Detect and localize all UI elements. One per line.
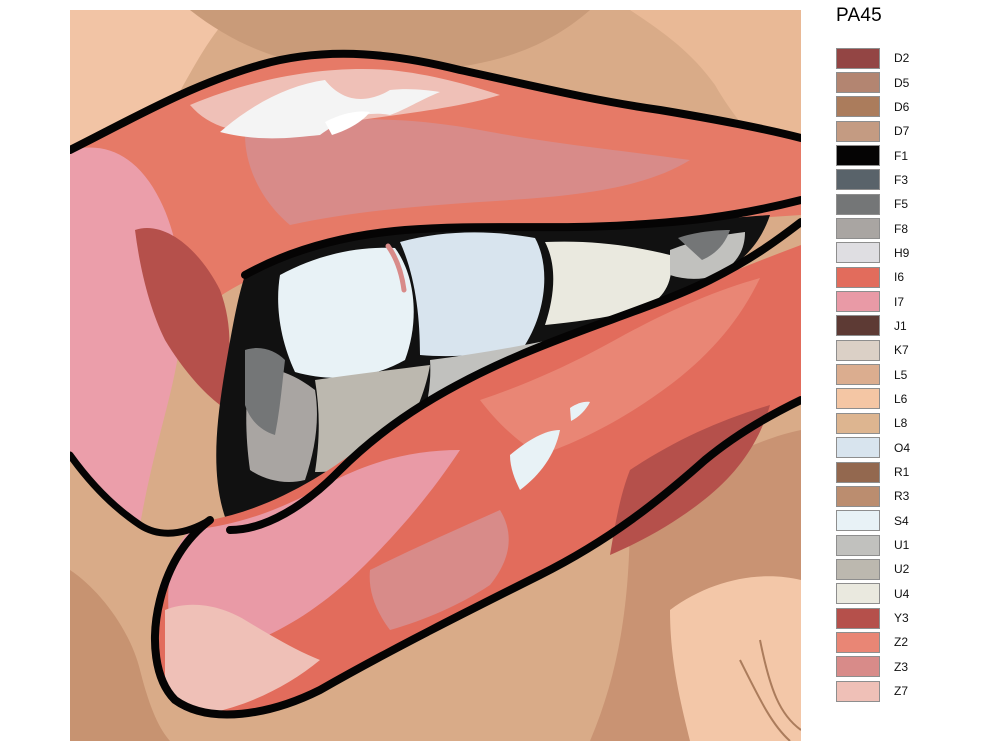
palette-row: Z2 (836, 630, 956, 654)
color-code-label: D6 (894, 99, 910, 114)
color-swatch (836, 218, 880, 240)
palette-row: K7 (836, 338, 956, 362)
color-swatch (836, 339, 880, 361)
color-code-label: F5 (894, 197, 909, 212)
palette-row: Z7 (836, 679, 956, 703)
palette-row: R3 (836, 484, 956, 508)
palette-row: U2 (836, 557, 956, 581)
palette-row: F5 (836, 192, 956, 216)
palette-row: I7 (836, 289, 956, 313)
color-code-label: Y3 (894, 611, 909, 626)
color-swatch (836, 510, 880, 532)
color-swatch (836, 558, 880, 580)
color-code-label: U4 (894, 586, 910, 601)
color-code-label: O4 (894, 440, 911, 455)
lips-illustration (70, 10, 801, 741)
color-swatch (836, 266, 880, 288)
color-code-label: U2 (894, 562, 910, 577)
palette-row: L8 (836, 411, 956, 435)
color-code-label: I7 (894, 294, 905, 309)
color-swatch (836, 72, 880, 94)
color-swatch (836, 120, 880, 142)
color-code-label: Z7 (894, 684, 909, 699)
color-code-label: L6 (894, 391, 908, 406)
color-code-label: U1 (894, 538, 910, 553)
color-swatch (836, 412, 880, 434)
palette-row: F1 (836, 143, 956, 167)
palette-row: I6 (836, 265, 956, 289)
palette-row: F3 (836, 168, 956, 192)
color-swatch (836, 461, 880, 483)
color-swatch (836, 656, 880, 678)
palette-row: U4 (836, 582, 956, 606)
color-swatch (836, 388, 880, 410)
color-swatch (836, 437, 880, 459)
palette-row: H9 (836, 241, 956, 265)
color-swatch (836, 242, 880, 264)
color-code-label: F8 (894, 221, 909, 236)
color-swatch (836, 631, 880, 653)
color-swatch (836, 291, 880, 313)
color-swatch (836, 485, 880, 507)
palette-row: R1 (836, 460, 956, 484)
color-swatch (836, 96, 880, 118)
palette-row: D6 (836, 95, 956, 119)
palette-row: J1 (836, 314, 956, 338)
palette-row: U1 (836, 533, 956, 557)
color-swatch (836, 169, 880, 191)
palette-row: D2 (836, 46, 956, 70)
color-code-label: Z2 (894, 635, 909, 650)
color-code-label: F3 (894, 172, 909, 187)
palette-row: L6 (836, 387, 956, 411)
skin-highlight-bottom-right (670, 576, 801, 741)
color-swatch (836, 315, 880, 337)
palette-row: O4 (836, 436, 956, 460)
palette-row: F8 (836, 216, 956, 240)
color-code-label: K7 (894, 343, 909, 358)
color-swatch (836, 47, 880, 69)
palette-row: S4 (836, 509, 956, 533)
palette-row: Y3 (836, 606, 956, 630)
color-code-label: Z3 (894, 659, 909, 674)
color-swatch (836, 145, 880, 167)
color-code-label: L5 (894, 367, 908, 382)
product-code-label: PA45 (836, 5, 882, 26)
color-code-label: D5 (894, 75, 910, 90)
palette-row: D5 (836, 70, 956, 94)
color-swatch (836, 680, 880, 702)
color-code-label: R3 (894, 489, 910, 504)
color-code-label: D7 (894, 124, 910, 139)
palette-row: D7 (836, 119, 956, 143)
color-swatch (836, 607, 880, 629)
color-code-label: S4 (894, 513, 909, 528)
color-code-label: H9 (894, 245, 910, 260)
upper-teeth-left (278, 247, 414, 378)
color-code-label: J1 (894, 318, 907, 333)
color-palette-legend: D2 D5 D6 D7 F1 F3 F5 F8 H9 I6 I7 J1 K7 L5 L6 L8 O4 R1 R3 S4… (836, 46, 956, 703)
color-code-label: F1 (894, 148, 909, 163)
upper-teeth-center (400, 232, 545, 357)
color-swatch (836, 364, 880, 386)
color-swatch (836, 583, 880, 605)
color-swatch (836, 534, 880, 556)
palette-row: Z3 (836, 655, 956, 679)
color-code-label: L8 (894, 416, 908, 431)
color-swatch (836, 193, 880, 215)
paint-by-numbers-artwork (70, 10, 801, 741)
color-code-label: D2 (894, 51, 910, 66)
palette-row: L5 (836, 362, 956, 386)
color-code-label: I6 (894, 270, 905, 285)
color-code-label: R1 (894, 465, 910, 480)
